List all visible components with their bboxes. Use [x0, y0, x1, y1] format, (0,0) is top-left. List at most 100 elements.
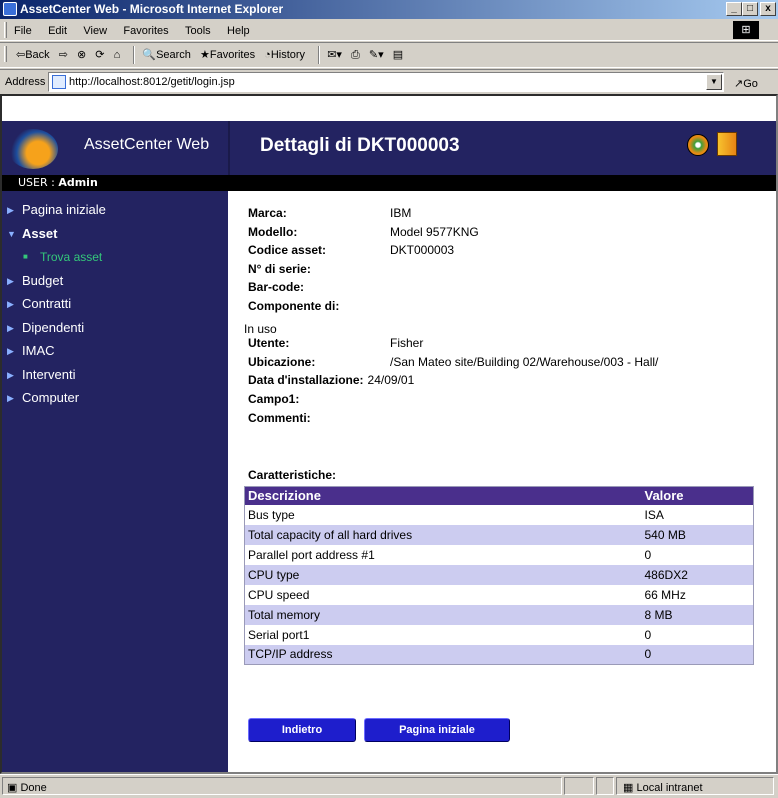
assetcenter-logo	[8, 129, 58, 169]
sidebar-item-label: Budget	[22, 272, 64, 288]
menu-tools[interactable]: Tools	[185, 25, 211, 37]
sidebar-item-pagina-iniziale[interactable]: ▶ Pagina iniziale	[2, 200, 228, 224]
search-button[interactable]: 🔍Search	[142, 43, 191, 67]
table-row: CPU speed 66 MHz	[245, 585, 754, 605]
refresh-button[interactable]: ⟳	[95, 43, 104, 67]
sidebar-item-computer[interactable]: ▶ Computer	[2, 388, 228, 412]
status-cell	[564, 777, 594, 795]
address-url: http://localhost:8012/getit/login.jsp	[69, 76, 235, 88]
chevron-right-icon: ▶	[7, 275, 14, 286]
print-icon[interactable]: ⎙	[351, 43, 360, 67]
minimize-button[interactable]: _	[726, 2, 742, 16]
header-divider	[228, 121, 230, 175]
app-name: AssetCenter Web	[84, 136, 210, 153]
forward-button[interactable]: ⇨	[59, 43, 68, 67]
mail-icon[interactable]: ✉▾	[327, 43, 342, 67]
cell-valore: 0	[644, 627, 652, 642]
cell-valore: 8 MB	[641, 604, 754, 625]
cell-descrizione: Bus type	[248, 507, 295, 522]
menu-edit[interactable]: Edit	[48, 25, 67, 37]
menu-file[interactable]: File	[14, 25, 32, 37]
go-label: Go	[743, 78, 758, 90]
cell-descrizione: Total capacity of all hard drives	[244, 524, 642, 545]
user-bar: USER : Admin	[2, 175, 776, 191]
cell-descrizione: TCP/IP address	[244, 644, 642, 665]
pagina-iniziale-button[interactable]: Pagina iniziale	[364, 718, 510, 742]
sidebar-item-label: Asset	[22, 225, 58, 241]
sidebar-item-contratti[interactable]: ▶ Contratti	[2, 294, 228, 318]
page-done-icon: ▣	[7, 782, 18, 794]
caratteristiche-title: Caratteristiche:	[248, 468, 337, 482]
discuss-icon[interactable]: ▤	[393, 43, 403, 67]
address-dropdown-icon[interactable]: ▼	[706, 74, 722, 90]
menu-bar: File Edit View Favorites Tools Help ⊞	[0, 19, 778, 41]
sidebar-item-trova-asset[interactable]: ■ Trova asset	[2, 247, 228, 271]
cell-valore: 540 MB	[641, 524, 754, 545]
status-bar: ▣ Done ▦ Local intranet	[0, 774, 778, 796]
history-button[interactable]: ◔History	[264, 43, 305, 67]
cell-descrizione: Parallel port address #1	[248, 547, 375, 562]
field-label: Marca:	[248, 206, 287, 220]
favorites-button[interactable]: ★Favorites	[200, 43, 255, 67]
menu-view[interactable]: View	[83, 25, 107, 37]
edit-icon[interactable]: ✎▾	[369, 43, 384, 67]
page-icon	[52, 75, 66, 89]
details-panel: Marca: IBM Modello: Model 9577KNG Codice a…	[248, 204, 768, 427]
field-label: N° di serie:	[248, 261, 311, 276]
field-label: Data d'installazione:	[248, 373, 364, 388]
browser-content: AssetCenter Web Dettagli di DKT000003 US…	[0, 94, 778, 774]
status-text: Done	[20, 782, 47, 794]
table-row: Total capacity of all hard drives 540 MB	[244, 524, 754, 545]
cell-valore: 486DX2	[641, 564, 754, 585]
menu-help[interactable]: Help	[227, 25, 250, 37]
field-label: Ubicazione:	[248, 354, 316, 369]
home-button[interactable]: ⌂	[114, 43, 121, 67]
field-componente: Componente di:	[248, 297, 768, 316]
maximize-button[interactable]: □	[742, 2, 758, 16]
help-icon[interactable]	[687, 134, 709, 156]
address-input[interactable]: http://localhost:8012/getit/login.jsp ▼	[48, 72, 724, 92]
back-button[interactable]: ⇦Back	[16, 43, 50, 67]
table-row: TCP/IP address 0	[244, 644, 754, 665]
zone-text: Local intranet	[636, 782, 703, 794]
cell-descrizione: CPU speed	[248, 587, 310, 602]
cell-descrizione: CPU type	[244, 564, 642, 585]
indietro-button[interactable]: Indietro	[248, 718, 356, 742]
stop-button[interactable]: ⊗	[77, 43, 86, 67]
go-button[interactable]: ↗Go	[734, 72, 758, 96]
table-row: Parallel port address #1 0	[245, 545, 754, 565]
field-barcode: Bar-code:	[248, 278, 768, 297]
history-icon: ◔	[264, 49, 271, 61]
field-modello: Modello: Model 9577KNG	[248, 223, 768, 242]
field-value: 24/09/01	[367, 373, 415, 388]
sidebar-item-budget[interactable]: ▶ Budget	[2, 271, 228, 295]
app-header: AssetCenter Web Dettagli di DKT000003	[2, 121, 776, 175]
cell-valore: 66 MHz	[644, 587, 686, 602]
field-codice-asset: Codice asset: DKT000003	[248, 241, 768, 260]
close-button[interactable]: x	[760, 2, 776, 16]
bullet-square-icon: ■	[23, 252, 28, 261]
favorites-icon: ★	[199, 49, 210, 61]
window-title: AssetCenter Web - Microsoft Internet Exp…	[20, 2, 284, 16]
sidebar-item-interventi[interactable]: ▶ Interventi	[2, 365, 228, 389]
window-title-bar: AssetCenter Web - Microsoft Internet Exp…	[0, 0, 778, 19]
chevron-down-icon: ▼	[7, 228, 16, 239]
sidebar-item-asset[interactable]: ▼ Asset	[2, 224, 228, 248]
field-value: DKT000003	[390, 243, 455, 258]
zone-cell: ▦ Local intranet	[616, 777, 774, 795]
toolbar-grip	[4, 46, 7, 62]
sidebar-item-dipendenti[interactable]: ▶ Dipendenti	[2, 318, 228, 342]
exit-icon[interactable]	[717, 132, 737, 156]
chevron-right-icon: ▶	[7, 322, 14, 333]
sidebar-item-label: Trova asset	[40, 250, 103, 264]
sidebar-item-imac[interactable]: ▶ IMAC	[2, 341, 228, 365]
field-marca: Marca: IBM	[248, 204, 768, 223]
favorites-label: Favorites	[209, 49, 256, 61]
intranet-icon: ▦	[623, 782, 634, 794]
menu-favorites[interactable]: Favorites	[123, 25, 168, 37]
table-row: Bus type ISA	[245, 505, 754, 525]
cell-descrizione: Total memory	[244, 604, 642, 625]
table-header-row: Descrizione Valore	[244, 486, 754, 505]
toolbar: ⇦Back ⇨ ⊗ ⟳ ⌂ 🔍Search ★Favorites ◔Histor…	[0, 42, 778, 68]
status-text-cell: ▣ Done	[2, 777, 562, 795]
